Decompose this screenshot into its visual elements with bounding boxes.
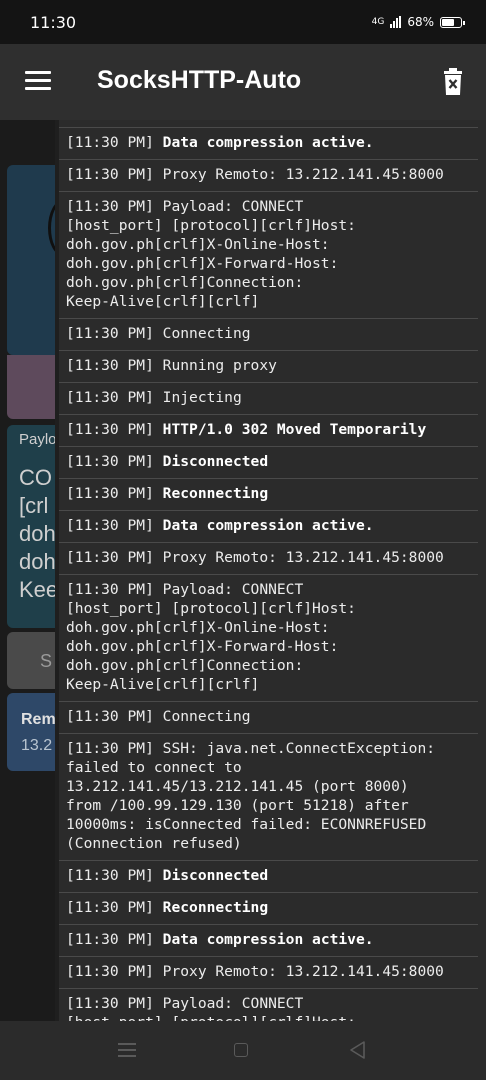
log-timestamp: [11:30 PM] [66, 485, 154, 502]
log-panel[interactable]: [11:30 PM] Data compression active. [11:3… [55, 120, 486, 1021]
signal-icon [390, 16, 402, 28]
remote-value: 13.2 [21, 737, 53, 754]
log-message: Reconnecting [162, 485, 269, 502]
log-entry: [11:30 PM] Connecting [59, 701, 478, 733]
log-message: Connecting [162, 325, 251, 342]
log-entry: [11:30 PM] Disconnected [59, 860, 478, 892]
log-timestamp: [11:30 PM] [66, 867, 154, 884]
log-timestamp: [11:30 PM] [66, 357, 154, 374]
log-message: Proxy Remoto: 13.212.141.45:8000 [162, 963, 444, 980]
log-timestamp: [11:30 PM] [66, 740, 154, 757]
log-timestamp: [11:30 PM] [66, 549, 154, 566]
remote-label: Rem [21, 711, 56, 728]
log-entry: [11:30 PM] Injecting [59, 382, 478, 414]
status-time: 11:30 [30, 12, 77, 32]
log-entry: [11:30 PM] Payload: CONNECT [host_port] … [59, 574, 478, 701]
log-timestamp: [11:30 PM] [66, 325, 154, 342]
start-button-label: S [40, 651, 53, 671]
log-entry: [11:30 PM] Reconnecting [59, 892, 478, 924]
log-entry: [11:30 PM] SSH: java.net.ConnectExceptio… [59, 733, 478, 860]
log-timestamp: [11:30 PM] [66, 421, 154, 438]
log-message: Data compression active. [162, 134, 374, 151]
log-message: Proxy Remoto: 13.212.141.45:8000 [162, 166, 444, 183]
log-timestamp: [11:30 PM] [66, 708, 154, 725]
log-entry: [11:30 PM] Data compression active. [59, 924, 478, 956]
log-entry: [11:30 PM] Payload: CONNECT [host_port] … [59, 988, 478, 1021]
log-entry: [11:30 PM] Disconnected [59, 446, 478, 478]
payload-line-5: Kee [19, 577, 59, 602]
payload-line-1: CO [19, 465, 52, 490]
log-timestamp: [11:30 PM] [66, 581, 154, 598]
back-icon[interactable] [348, 1040, 368, 1060]
status-icons: 4G 68% [371, 15, 465, 29]
log-list: [11:30 PM] Data compression active. [11:3… [59, 127, 478, 1021]
log-message: Disconnected [162, 453, 269, 470]
log-entry: [11:30 PM] Data compression active. [59, 510, 478, 542]
log-entry: [11:30 PM] Running proxy [59, 350, 478, 382]
log-timestamp: [11:30 PM] [66, 995, 154, 1012]
recent-apps-icon[interactable] [118, 1043, 136, 1057]
log-entry: [11:30 PM] Data compression active. [59, 127, 478, 159]
log-message: Injecting [162, 389, 242, 406]
log-entry: [11:30 PM] HTTP/1.0 302 Moved Temporaril… [59, 414, 478, 446]
payload-line-2: [crl [19, 493, 49, 518]
app-bar: SocksHTTP-Auto [0, 44, 486, 120]
log-entry: [11:30 PM] Payload: CONNECT [host_port] … [59, 191, 478, 318]
log-message: Data compression active. [162, 517, 374, 534]
log-entry: [11:30 PM] Proxy Remoto: 13.212.141.45:8… [59, 542, 478, 574]
status-bar: 11:30 4G 68% [0, 0, 486, 44]
log-message: Reconnecting [162, 899, 269, 916]
log-message: Connecting [162, 708, 251, 725]
log-message: Proxy Remoto: 13.212.141.45:8000 [162, 549, 444, 566]
payload-line-3: doh [19, 521, 56, 546]
log-entry: [11:30 PM] Proxy Remoto: 13.212.141.45:8… [59, 956, 478, 988]
delete-log-icon[interactable] [442, 68, 464, 96]
log-entry: [11:30 PM] Reconnecting [59, 478, 478, 510]
battery-icon [440, 16, 465, 28]
log-timestamp: [11:30 PM] [66, 389, 154, 406]
log-timestamp: [11:30 PM] [66, 198, 154, 215]
log-timestamp: [11:30 PM] [66, 963, 154, 980]
log-timestamp: [11:30 PM] [66, 899, 154, 916]
network-type-label: 4G [371, 17, 385, 27]
payload-line-4: doh [19, 549, 56, 574]
log-timestamp: [11:30 PM] [66, 166, 154, 183]
battery-percentage: 68% [407, 15, 434, 29]
log-timestamp: [11:30 PM] [66, 453, 154, 470]
app-title: SocksHTTP-Auto [97, 66, 302, 94]
log-entry: [11:30 PM] Proxy Remoto: 13.212.141.45:8… [59, 159, 478, 191]
home-icon[interactable] [234, 1043, 248, 1057]
log-timestamp: [11:30 PM] [66, 517, 154, 534]
log-message: Data compression active. [162, 931, 374, 948]
hamburger-menu-icon[interactable] [25, 71, 51, 91]
log-message: Running proxy [162, 357, 277, 374]
payload-label: Paylo [19, 431, 57, 448]
log-message: HTTP/1.0 302 Moved Temporarily [162, 421, 427, 438]
log-timestamp: [11:30 PM] [66, 134, 154, 151]
log-message: Disconnected [162, 867, 269, 884]
log-entry: [11:30 PM] Connecting [59, 318, 478, 350]
log-timestamp: [11:30 PM] [66, 931, 154, 948]
